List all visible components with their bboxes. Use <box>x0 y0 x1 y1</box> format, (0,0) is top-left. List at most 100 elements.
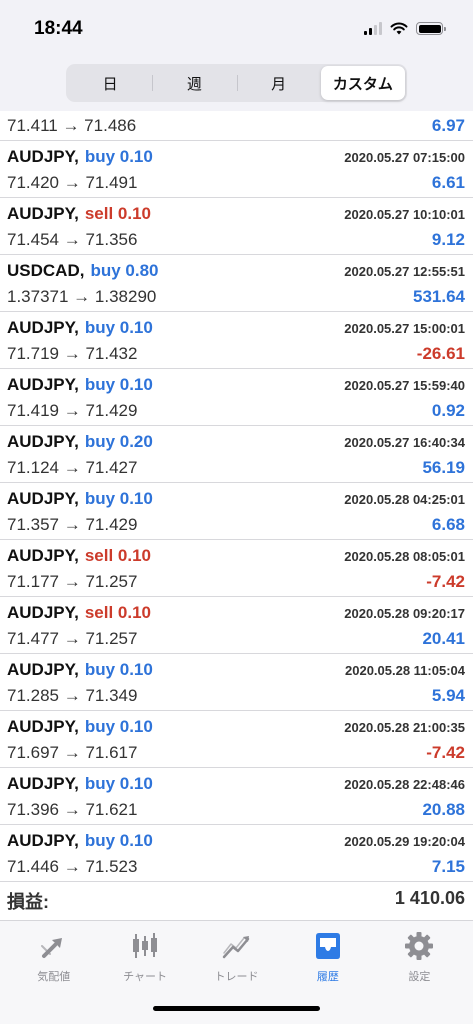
period-selector-area: 日 週 月 カスタム <box>0 58 473 111</box>
trade-prices: 71.454 → 71.356 <box>7 230 138 249</box>
trade-time: 2020.05.27 15:59:40 <box>344 378 465 393</box>
trade-profit: 20.41 <box>422 629 465 648</box>
home-indicator <box>153 1006 320 1011</box>
trade-type: sell 0.10 <box>84 204 151 223</box>
trade-row[interactable]: AUDJPY, sell 0.10 2020.05.28 09:20:17 71.47… <box>0 597 473 654</box>
trade-prices: 71.177 → 71.257 <box>7 572 138 591</box>
trade-time: 2020.05.27 10:10:01 <box>344 207 465 222</box>
trade-symbol: AUDJPY, <box>7 489 79 508</box>
trade-row[interactable]: USDCAD, buy 0.80 2020.05.27 12:55:51 1.3737… <box>0 255 473 312</box>
trade-title: AUDJPY, buy 0.10 <box>7 489 153 509</box>
trade-prices: 71.411 → 71.486 <box>7 116 137 135</box>
trade-row[interactable]: AUDJPY, sell 0.10 2020.05.28 08:05:01 71.17… <box>0 540 473 597</box>
status-icons <box>364 22 446 35</box>
trade-symbol: AUDJPY, <box>7 375 79 394</box>
trade-symbol: AUDJPY, <box>7 432 79 451</box>
trade-time: 2020.05.28 08:05:01 <box>344 549 465 564</box>
trade-symbol: AUDJPY, <box>7 318 79 337</box>
trade-row[interactable]: AUDJPY, buy 0.10 2020.05.28 11:05:04 71.285… <box>0 654 473 711</box>
trade-type: buy 0.10 <box>84 831 153 850</box>
trade-profit: -7.42 <box>426 572 465 591</box>
trade-profit: 6.68 <box>431 515 465 534</box>
trade-row[interactable]: AUDJPY, buy 0.20 2020.05.27 16:40:34 71.124… <box>0 426 473 483</box>
trade-title: AUDJPY, buy 0.10 <box>7 318 153 338</box>
trade-profit: -7.42 <box>426 743 465 762</box>
trade-time: 2020.05.27 15:00:01 <box>344 321 465 336</box>
trade-symbol: AUDJPY, <box>7 660 79 679</box>
segment-week[interactable]: 週 <box>152 66 236 100</box>
trade-time: 2020.05.28 04:25:01 <box>344 492 465 507</box>
trade-title: AUDJPY, buy 0.10 <box>7 375 153 395</box>
trade-prices: 1.37371 → 1.38290 <box>7 287 157 306</box>
trade-type: sell 0.10 <box>84 603 151 622</box>
trade-time: 2020.05.27 16:40:34 <box>344 435 465 450</box>
trade-row[interactable]: AUDJPY, buy 0.10 2020.05.27 15:59:40 71.419… <box>0 369 473 426</box>
trade-type: buy 0.10 <box>84 489 153 508</box>
trade-symbol: AUDJPY, <box>7 603 79 622</box>
trade-profit: 7.15 <box>431 857 465 876</box>
trade-time: 2020.05.29 19:20:04 <box>344 834 465 849</box>
battery-icon <box>416 22 446 35</box>
tab-label: 気配値 <box>37 971 71 983</box>
trade-type: buy 0.20 <box>84 432 153 451</box>
trade-row[interactable]: AUDJPY, sell 0.10 2020.05.27 10:10:01 71.45… <box>0 198 473 255</box>
status-time: 18:44 <box>34 18 83 39</box>
tab-quotes[interactable]: 気配値 <box>8 921 99 1024</box>
cellular-signal-icon <box>364 22 382 35</box>
trade-time: 2020.05.27 12:55:51 <box>344 264 465 279</box>
trade-type: buy 0.10 <box>84 147 153 166</box>
trade-profit: 0.92 <box>431 401 465 420</box>
trade-type: buy 0.80 <box>90 261 159 280</box>
trade-title: AUDJPY, buy 0.10 <box>7 660 153 680</box>
trade-prices: 71.719 → 71.432 <box>7 344 138 363</box>
trade-row[interactable]: AUDJPY, buy 0.10 2020.05.29 19:20:04 71.446… <box>0 825 473 882</box>
trade-row[interactable]: AUDJPY, buy 0.10 2020.05.28 21:00:35 71.697… <box>0 711 473 768</box>
trade-type: buy 0.10 <box>84 717 153 736</box>
tab-settings[interactable]: 設定 <box>374 921 465 1024</box>
trade-type: buy 0.10 <box>84 660 153 679</box>
trade-prices: 71.477 → 71.257 <box>7 629 138 648</box>
trade-type: buy 0.10 <box>84 318 153 337</box>
trade-time: 2020.05.28 09:20:17 <box>344 606 465 621</box>
wifi-icon <box>390 22 408 35</box>
trade-type: sell 0.10 <box>84 546 151 565</box>
trade-profit: 6.97 <box>431 116 465 135</box>
tab-label: チャート <box>123 971 168 983</box>
trade-symbol: AUDJPY, <box>7 774 79 793</box>
trade-title: AUDJPY, sell 0.10 <box>7 204 151 224</box>
trade-title: AUDJPY, buy 0.10 <box>7 717 153 737</box>
trade-profit: 56.19 <box>422 458 465 477</box>
trade-symbol: AUDJPY, <box>7 717 79 736</box>
trade-title: AUDJPY, buy 0.10 <box>7 774 153 794</box>
candlestick-chart-icon <box>128 929 162 963</box>
trade-row[interactable]: AUDJPY, buy 0.10 2020.05.28 04:25:01 71.357… <box>0 483 473 540</box>
trade-history-list: 71.411 → 71.486 6.97 AUDJPY, buy 0.10 2020… <box>0 111 473 882</box>
profit-summary: 損益: 1 410.06 <box>0 880 473 920</box>
tab-label: 設定 <box>408 971 431 983</box>
trade-prices: 71.420 → 71.491 <box>7 173 138 192</box>
trade-symbol: AUDJPY, <box>7 204 79 223</box>
trade-profit: 6.61 <box>431 173 465 192</box>
trade-row[interactable]: AUDJPY, buy 0.10 2020.05.27 07:15:00 71.420… <box>0 141 473 198</box>
trade-profit: 9.12 <box>431 230 465 249</box>
trade-title: AUDJPY, sell 0.10 <box>7 603 151 623</box>
trade-time: 2020.05.27 07:15:00 <box>344 150 465 165</box>
segment-month[interactable]: 月 <box>236 66 321 100</box>
trade-prices: 71.697 → 71.617 <box>7 743 138 762</box>
trade-prices: 71.419 → 71.429 <box>7 401 138 420</box>
trade-prices: 71.446 → 71.523 <box>7 857 138 876</box>
trade-row[interactable]: AUDJPY, buy 0.10 2020.05.27 15:00:01 71.719… <box>0 312 473 369</box>
trade-prices: 71.357 → 71.429 <box>7 515 138 534</box>
trade-time: 2020.05.28 11:05:04 <box>345 663 465 678</box>
tab-label: 履歴 <box>316 971 339 983</box>
trade-row-partial[interactable]: 71.411 → 71.486 6.97 <box>0 111 473 141</box>
trade-type: buy 0.10 <box>84 774 153 793</box>
gear-icon <box>402 929 436 963</box>
tab-label: トレード <box>214 971 259 983</box>
segment-custom[interactable]: カスタム <box>320 66 405 100</box>
trade-prices: 71.396 → 71.621 <box>7 800 138 819</box>
trade-title: AUDJPY, sell 0.10 <box>7 546 151 566</box>
trade-symbol: AUDJPY, <box>7 831 79 850</box>
segment-day[interactable]: 日 <box>68 66 152 100</box>
trade-row[interactable]: AUDJPY, buy 0.10 2020.05.28 22:48:46 71.396… <box>0 768 473 825</box>
